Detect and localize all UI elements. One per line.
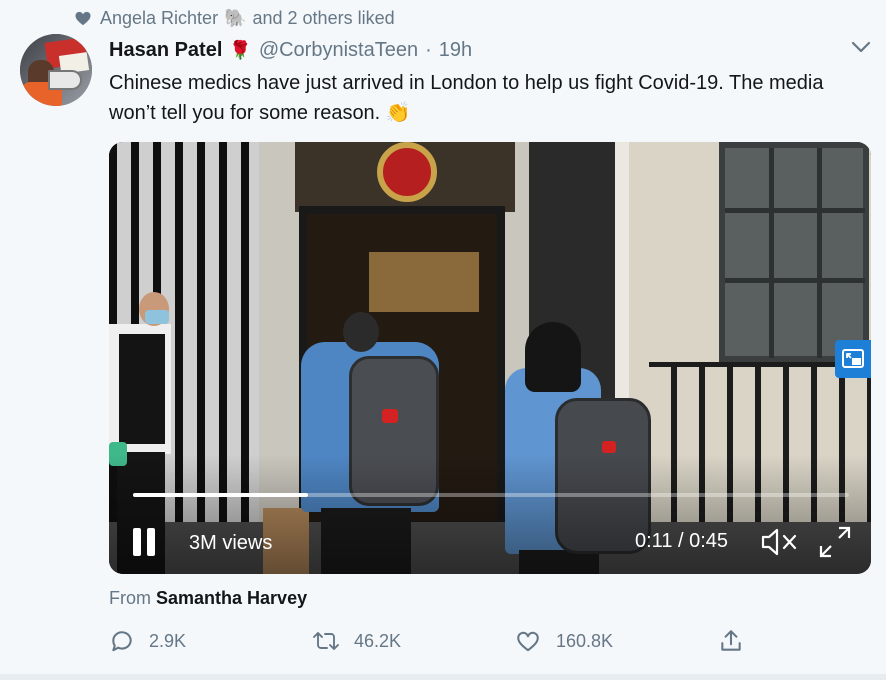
- avatar[interactable]: [20, 34, 92, 106]
- muted-speaker-icon[interactable]: [759, 524, 799, 560]
- share-button[interactable]: [718, 628, 744, 654]
- reply-button[interactable]: 2.9K: [109, 628, 186, 654]
- video-progress-fill: [133, 493, 309, 497]
- rose-emoji: 🌹: [229, 39, 252, 60]
- retweet-count: 46.2K: [354, 630, 402, 651]
- reply-count: 2.9K: [149, 630, 187, 651]
- tweet-header: Hasan Patel 🌹 @CorbynistaTeen · 19h: [109, 36, 472, 64]
- attribution-source[interactable]: Samantha Harvey: [156, 588, 307, 608]
- attribution-prefix: From: [109, 588, 151, 608]
- liked-by-name[interactable]: Angela Richter: [100, 8, 218, 29]
- tweet-actions: 2.9K 46.2K 160.8K: [0, 628, 886, 658]
- video-player[interactable]: 3M views 0:11 / 0:45: [109, 142, 871, 574]
- heart-icon: [75, 11, 91, 26]
- user-handle[interactable]: @CorbynistaTeen: [259, 39, 418, 62]
- retweet-button[interactable]: 46.2K: [312, 628, 401, 654]
- like-count: 160.8K: [556, 630, 614, 651]
- liked-suffix: and 2 others liked: [252, 7, 395, 28]
- retweet-icon: [313, 632, 339, 650]
- tweet-divider: [0, 674, 886, 680]
- pause-button[interactable]: [133, 528, 157, 556]
- picture-in-picture-button[interactable]: [835, 340, 871, 378]
- elephant-emoji: 🐘: [224, 7, 247, 28]
- like-button[interactable]: 160.8K: [514, 628, 613, 654]
- picture-in-picture-icon: [842, 349, 864, 368]
- reply-icon: [112, 631, 132, 652]
- social-context: Angela Richter 🐘 and 2 others liked: [74, 6, 395, 30]
- tweet-text: Chinese medics have just arrived in Lond…: [109, 72, 824, 124]
- share-icon: [721, 630, 741, 651]
- chevron-down-icon[interactable]: [850, 38, 872, 56]
- view-count: 3M views: [189, 532, 273, 554]
- fullscreen-icon[interactable]: [817, 524, 853, 560]
- video-attribution: From Samantha Harvey: [109, 588, 307, 609]
- like-heart-icon: [517, 631, 539, 652]
- video-frame: [109, 142, 871, 574]
- separator-dot: ·: [425, 38, 432, 61]
- tweet-timestamp[interactable]: 19h: [439, 39, 472, 62]
- display-name[interactable]: Hasan Patel: [109, 39, 222, 62]
- video-progress-bar[interactable]: [133, 493, 849, 497]
- video-timecode: 0:11 / 0:45: [635, 530, 729, 552]
